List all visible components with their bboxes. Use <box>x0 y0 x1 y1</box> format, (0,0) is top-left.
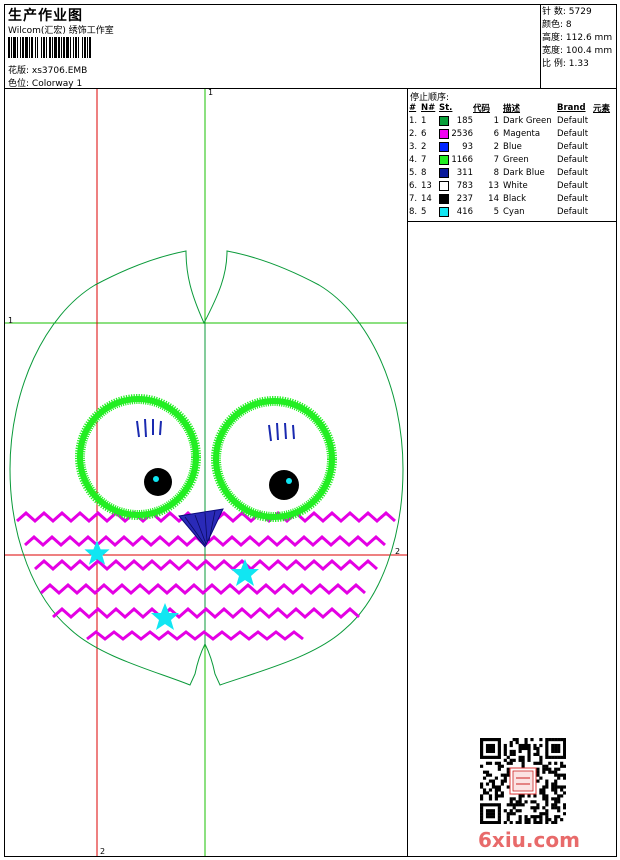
color-row: 8. 5 416 5 Cyan Default <box>409 206 589 217</box>
color-row: 7. 14 237 14 Black Default <box>409 193 589 204</box>
stat-scale: 比 例: 1.33 <box>542 59 589 69</box>
color-table: # N# St. 代码 描述 Brand 元素 1. 1 185 1 Dark Gree… <box>409 101 610 218</box>
stat-colors: 颜色: 8 <box>542 20 572 30</box>
color-row: 3. 2 93 2 Blue Default <box>409 141 589 152</box>
left-pupil-highlight <box>153 476 159 482</box>
panel-divider <box>407 88 408 857</box>
color-row: 5. 8 311 8 Dark Blue Default <box>409 167 589 178</box>
color-swatch <box>439 180 449 191</box>
stats-panel: 针 数: 5729 颜色: 8 高度: 112.6 mm 宽度: 100.4 m… <box>542 6 612 71</box>
left-pupil <box>144 468 172 496</box>
guide-label-h-green: 1 <box>8 316 14 325</box>
table-bottom-divider <box>407 221 617 222</box>
left-eyelashes <box>136 418 162 438</box>
design-file-name: xs3706.EMB <box>31 66 88 76</box>
color-swatch <box>439 193 449 204</box>
color-swatch <box>439 141 449 152</box>
star-2 <box>231 559 259 586</box>
color-row: 6. 13 783 13 White Default <box>409 180 589 191</box>
qr-code <box>480 738 566 824</box>
stats-divider <box>540 4 541 88</box>
design-label: 花版: <box>8 66 30 76</box>
right-pupil <box>269 470 299 500</box>
stat-stitches: 针 数: 5729 <box>542 7 592 17</box>
guide-label-h-red: 2 <box>395 547 401 556</box>
software-name: Wilcom(汇宏) 绣饰工作室 <box>8 26 114 36</box>
owl-outline <box>9 250 404 686</box>
color-swatch <box>439 128 449 139</box>
right-eye-ring-core <box>213 398 335 520</box>
page-title: 生产作业图 <box>8 8 83 24</box>
design-file-row: 花版: xs3706.EMB <box>8 63 87 76</box>
color-row: 2. 6 2536 6 Magenta Default <box>409 128 589 139</box>
stat-width: 宽度: 100.4 mm <box>542 46 613 56</box>
guide-label-v-red: 2 <box>100 847 106 856</box>
color-swatch <box>439 167 449 178</box>
right-eyelashes <box>268 422 295 442</box>
barcode <box>8 37 91 58</box>
star-3 <box>151 603 179 630</box>
design-canvas <box>5 89 407 856</box>
beak <box>178 508 224 548</box>
color-row: 1. 1 185 1 Dark Green Default <box>409 115 589 126</box>
color-swatch <box>439 206 449 217</box>
qr-seal-icon <box>512 770 534 792</box>
guide-label-v-green: 1 <box>208 88 214 97</box>
color-table-header: # N# St. 代码 描述 Brand 元素 <box>409 102 611 114</box>
color-swatch <box>439 154 449 165</box>
watermark-logo: 6xiu.com <box>478 828 580 852</box>
stat-height: 高度: 112.6 mm <box>542 33 613 43</box>
right-pupil-highlight <box>286 478 292 484</box>
color-swatch <box>439 115 449 126</box>
color-row: 4. 7 1166 7 Green Default <box>409 154 589 165</box>
